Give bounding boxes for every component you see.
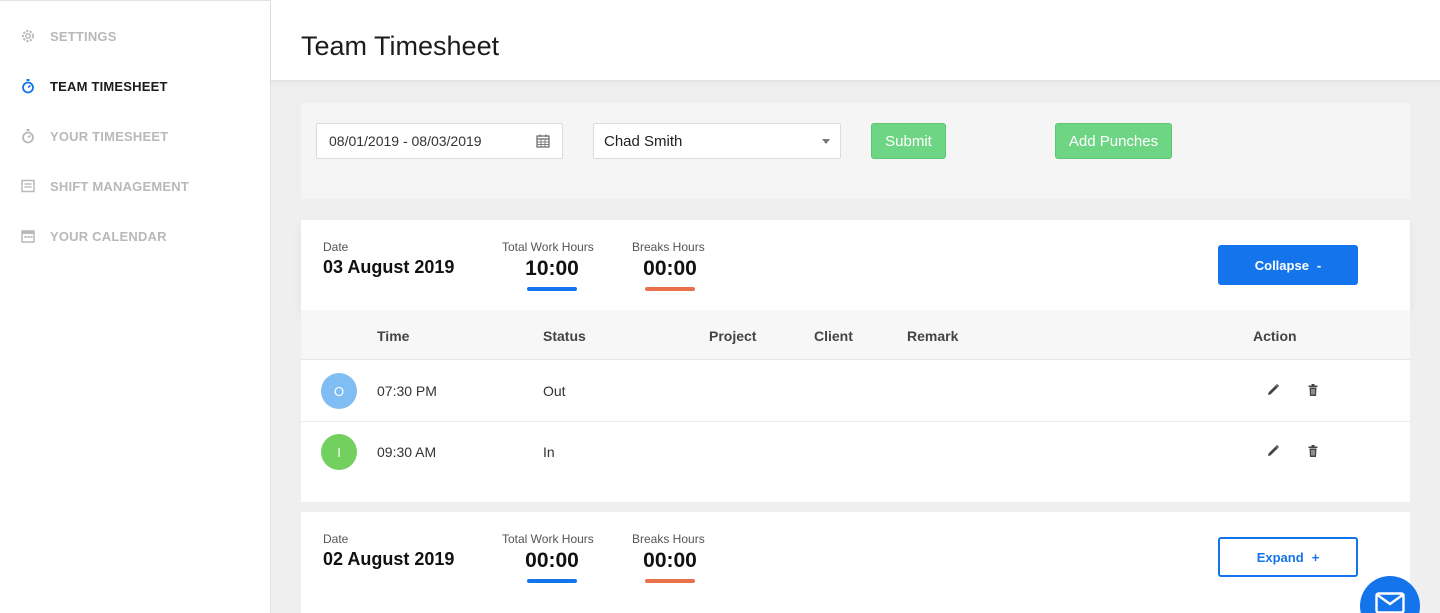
table-row: I 09:30 AM In	[301, 422, 1410, 483]
total-work-hours-label: Total Work Hours	[502, 240, 594, 254]
stopwatch-icon	[20, 78, 36, 94]
edit-icon[interactable]	[1266, 444, 1280, 458]
delete-icon[interactable]	[1306, 383, 1320, 397]
total-work-hours-label: Total Work Hours	[502, 532, 594, 546]
sidebar-item-your-timesheet[interactable]: YOUR TIMESHEET	[20, 126, 168, 146]
sidebar-item-settings[interactable]: SETTINGS	[20, 26, 117, 46]
column-header-project: Project	[709, 328, 757, 344]
breaks-hours-label: Breaks Hours	[632, 240, 705, 254]
day-card: Date 02 August 2019 Total Work Hours 00:…	[301, 512, 1410, 613]
entry-status: In	[543, 444, 555, 460]
day-card-header: Date 03 August 2019 Total Work Hours 10:…	[301, 220, 1410, 310]
date-label: Date	[323, 532, 349, 546]
breaks-hours-label: Breaks Hours	[632, 532, 705, 546]
day-date: 02 August 2019	[323, 549, 455, 569]
page-title: Team Timesheet	[301, 31, 500, 61]
table-header: Time Status Project Client Remark Action	[301, 310, 1410, 360]
entry-time: 09:30 AM	[377, 444, 437, 460]
table-row: O 07:30 PM Out	[301, 361, 1410, 422]
sidebar-item-label: SETTINGS	[50, 28, 117, 44]
breaks-hours-value: 00:00	[643, 257, 697, 280]
column-header-time: Time	[377, 328, 410, 344]
stopwatch-icon	[20, 128, 36, 144]
sidebar-item-your-calendar[interactable]: YOUR CALENDAR	[20, 226, 167, 246]
edit-icon[interactable]	[1266, 383, 1280, 397]
chevron-down-icon	[822, 138, 830, 144]
collapse-button-label: Collapse	[1254, 257, 1309, 273]
date-range-input[interactable]: 08/01/2019 - 08/03/2019	[316, 123, 563, 159]
day-card: Date 03 August 2019 Total Work Hours 10:…	[301, 220, 1410, 502]
employee-select-value: Chad Smith	[604, 132, 683, 150]
add-punches-button[interactable]: Add Punches	[1055, 123, 1172, 159]
column-header-client: Client	[814, 328, 853, 344]
column-header-remark: Remark	[907, 328, 959, 344]
entry-time: 07:30 PM	[377, 383, 437, 399]
work-hours-bar	[527, 287, 577, 291]
collapse-button[interactable]: Collapse -	[1218, 245, 1358, 285]
sidebar-item-label: YOUR TIMESHEET	[50, 128, 169, 144]
column-header-action: Action	[1253, 328, 1297, 344]
gear-icon	[20, 28, 36, 44]
breaks-hours-value: 00:00	[643, 549, 697, 572]
total-work-hours-value: 00:00	[525, 549, 579, 572]
sidebar-item-team-timesheet[interactable]: TEAM TIMESHEET	[20, 76, 168, 96]
sidebar-item-shift-management[interactable]: SHIFT MANAGEMENT	[20, 176, 189, 196]
page-header: Team Timesheet	[271, 0, 1440, 81]
date-label: Date	[323, 240, 349, 254]
expand-sign: +	[1311, 549, 1320, 565]
mail-icon	[1375, 592, 1405, 613]
submit-button[interactable]: Submit	[871, 123, 946, 159]
sidebar: SETTINGS TEAM TIMESHEET YOUR TIMESHEET S…	[0, 0, 271, 613]
avatar: O	[321, 373, 357, 409]
calendar-icon	[536, 134, 550, 148]
entry-status: Out	[543, 383, 566, 399]
breaks-hours-bar	[645, 579, 695, 583]
collapse-sign: -	[1316, 257, 1322, 273]
breaks-hours-bar	[645, 287, 695, 291]
delete-icon[interactable]	[1306, 444, 1320, 458]
work-hours-bar	[527, 579, 577, 583]
date-range-value: 08/01/2019 - 08/03/2019	[329, 133, 482, 149]
day-date: 03 August 2019	[323, 257, 455, 277]
total-work-hours-value: 10:00	[525, 257, 579, 280]
day-card-header: Date 02 August 2019 Total Work Hours 00:…	[301, 512, 1410, 602]
expand-button-label: Expand	[1256, 549, 1304, 565]
sidebar-item-label: YOUR CALENDAR	[50, 228, 167, 244]
filter-panel: 08/01/2019 - 08/03/2019 Chad Smith Submi…	[301, 103, 1410, 199]
expand-button[interactable]: Expand +	[1218, 537, 1358, 577]
column-header-status: Status	[543, 328, 586, 344]
avatar: I	[321, 434, 357, 470]
sidebar-item-label: TEAM TIMESHEET	[50, 78, 168, 94]
calendar-icon	[20, 228, 36, 244]
employee-select[interactable]: Chad Smith	[593, 123, 841, 159]
list-icon	[20, 178, 36, 194]
sidebar-item-label: SHIFT MANAGEMENT	[50, 178, 189, 194]
